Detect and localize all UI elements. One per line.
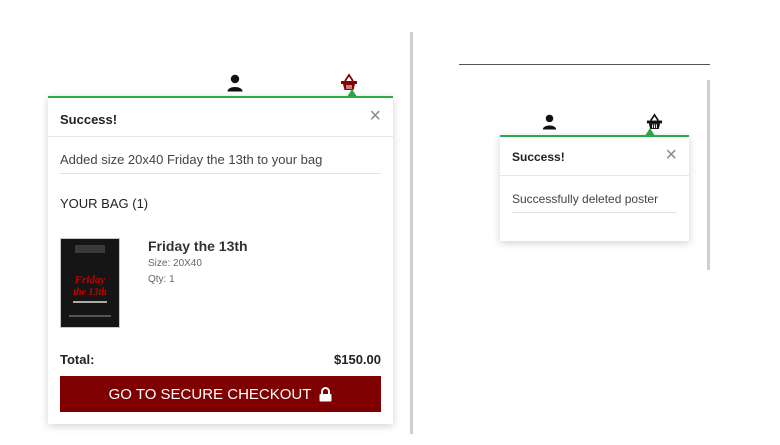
left-scroll-divider xyxy=(410,32,413,434)
user-icon[interactable] xyxy=(542,114,557,130)
svg-text:the 13th: the 13th xyxy=(73,287,107,298)
secure-checkout-button[interactable]: GO TO SECURE CHECKOUT xyxy=(60,376,381,412)
toast-header: Success! × xyxy=(500,137,689,176)
item-name: Friday the 13th xyxy=(148,238,248,254)
toast-title: Success! xyxy=(60,112,118,127)
right-top-rule xyxy=(459,64,710,65)
total-label: Total: xyxy=(60,352,95,367)
bag-title: YOUR BAG (1) xyxy=(60,196,149,211)
svg-text:Friday: Friday xyxy=(74,274,106,286)
item-qty: Qty: 1 xyxy=(148,274,175,285)
lock-icon xyxy=(319,386,332,401)
user-icon[interactable] xyxy=(227,74,243,92)
success-toast-delete: Success! × Successfully deleted poster xyxy=(500,135,689,241)
close-icon[interactable]: × xyxy=(665,145,677,165)
message-divider xyxy=(60,173,381,174)
item-size: Size: 20X40 xyxy=(148,258,202,269)
toast-message: Added size 20x40 Friday the 13th to your… xyxy=(60,152,323,167)
toast-title: Success! xyxy=(512,150,565,164)
success-toast-bag: Success! × Added size 20x40 Friday the 1… xyxy=(48,96,393,424)
right-scroll-divider xyxy=(707,80,710,270)
message-divider xyxy=(512,212,677,213)
total-value: $150.00 xyxy=(334,352,381,367)
checkout-label: GO TO SECURE CHECKOUT xyxy=(108,385,312,403)
toast-message: Successfully deleted poster xyxy=(512,192,659,206)
close-icon[interactable]: × xyxy=(369,106,381,126)
poster-thumbnail: Friday the 13th xyxy=(60,238,120,328)
toast-header: Success! × xyxy=(48,98,393,137)
